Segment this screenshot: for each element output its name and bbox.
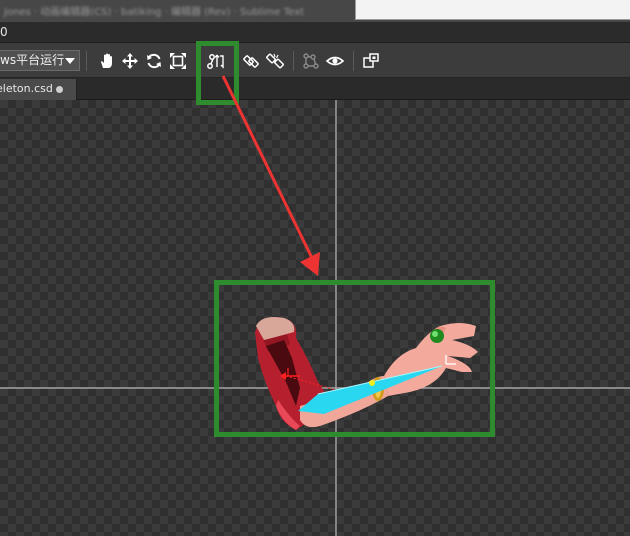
skeleton-icon [303,53,319,69]
toolbar-separator [196,51,197,71]
unbind-bone-icon [266,53,284,69]
tab-label: eleton.csd [0,82,53,95]
chevron-down-icon [65,58,75,64]
document-tab-strip: eleton.csd [0,78,630,100]
unbind-bone-tool-button[interactable] [265,51,285,71]
unsaved-dot-icon[interactable] [56,86,63,93]
create-bone-tool-button[interactable] [206,51,226,71]
scale-icon [170,53,186,69]
toolbar-separator [86,51,87,71]
arm-hand [384,323,478,396]
move-arrows-icon [122,53,138,69]
skeleton-tool-button[interactable] [301,51,321,71]
bind-bone-icon [243,55,259,68]
create-bone-icon [207,54,224,69]
editor-canvas[interactable] [0,100,630,536]
bind-bone-tool-button[interactable] [241,51,261,71]
transform-icon [363,53,379,68]
rotate-icon [147,53,161,69]
canvas-scene [0,100,630,536]
toolbar-separator [353,51,354,71]
hand-icon [101,53,112,68]
hand-tool-button[interactable] [97,51,117,71]
move-tool-button[interactable] [120,51,140,71]
eye-icon [325,56,345,66]
overlapping-window [355,0,630,20]
scale-tool-button[interactable] [168,51,188,71]
toolbar-separator [235,51,236,71]
toolbar: ws平台运行 [0,43,630,78]
tab-skeleton-csd[interactable]: eleton.csd [0,79,77,100]
rotate-tool-button[interactable] [144,51,164,71]
window-title-bar: Jones · 动画编辑器(CS) · batiking · 编辑器 (Rev)… [0,0,630,22]
platform-run-select[interactable]: ws平台运行 [0,50,80,71]
visibility-tool-button[interactable] [325,51,345,71]
transform-tool-button[interactable] [361,51,381,71]
platform-run-select-value: ws平台运行 [0,53,65,67]
window-title: Jones · 动画编辑器(CS) · batiking · 编辑器 (Rev)… [4,7,304,18]
menu-item-partial[interactable]: 0 [0,25,8,39]
toolbar-separator [293,51,294,71]
menu-bar: 0 [0,22,630,43]
